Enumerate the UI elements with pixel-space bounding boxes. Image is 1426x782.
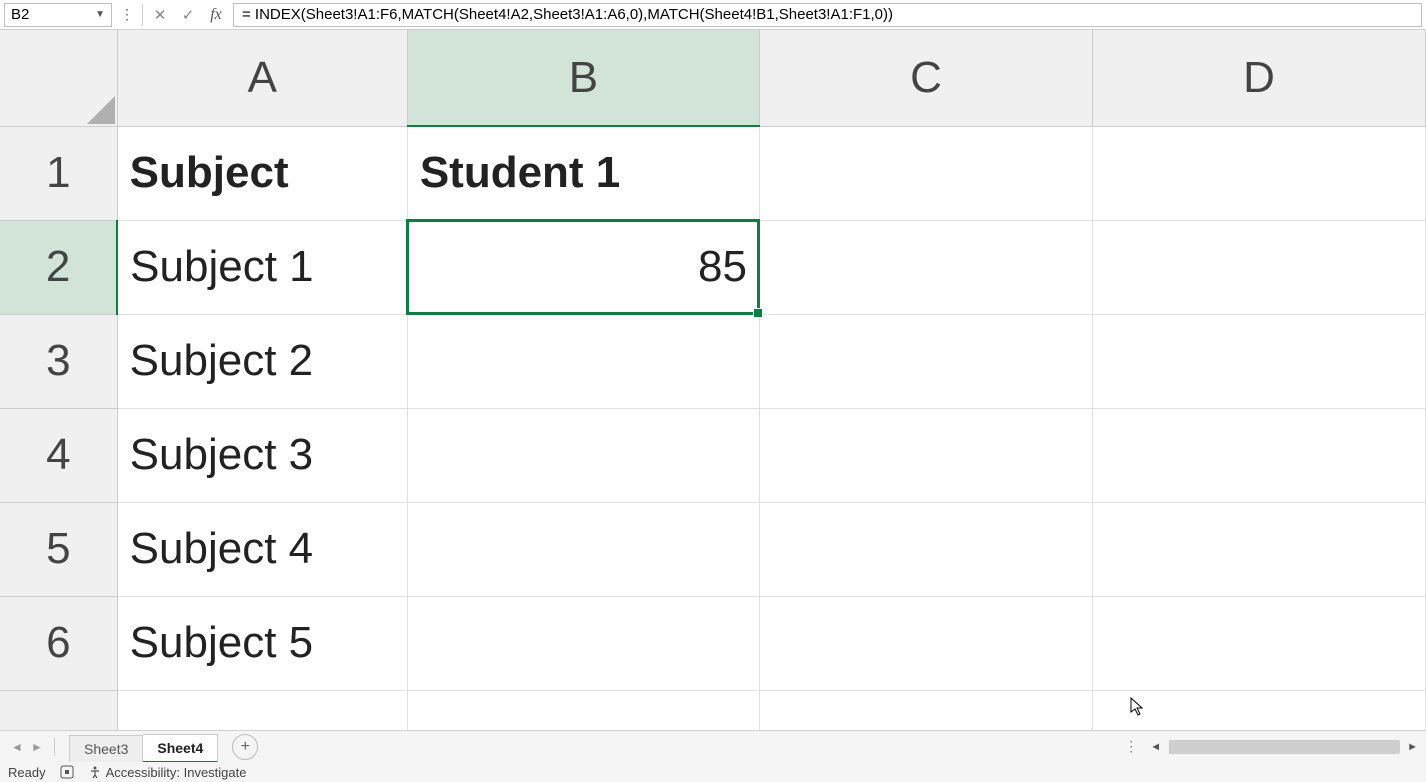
sheet-tab-sheet4[interactable]: Sheet4 [143,734,218,763]
new-sheet-button[interactable]: + [232,734,258,760]
tab-nav-prev-button[interactable]: ◄ [8,738,26,756]
cell-B7[interactable] [407,690,759,730]
row-header-2[interactable]: 2 [0,220,117,314]
name-box[interactable]: B2 ▼ [4,3,112,27]
grid-row: 2 Subject 1 85 [0,220,1426,314]
cell-C1[interactable] [759,126,1092,220]
cell-C4[interactable] [759,408,1092,502]
cell-A4[interactable]: Subject 3 [117,408,407,502]
cell-D5[interactable] [1092,502,1425,596]
cell-D7[interactable] [1092,690,1425,730]
cell-D6[interactable] [1092,596,1425,690]
column-header-D[interactable]: D [1092,30,1425,126]
plus-icon: + [241,738,250,756]
scroll-left-button[interactable]: ◄ [1148,739,1163,755]
cell-B4[interactable] [407,408,759,502]
cell-C6[interactable] [759,596,1092,690]
row-header-7[interactable] [0,690,117,730]
cell-D3[interactable] [1092,314,1425,408]
cell-B6[interactable] [407,596,759,690]
status-ready: Ready [8,765,46,780]
cell-D1[interactable] [1092,126,1425,220]
cell-D4[interactable] [1092,408,1425,502]
formula-input[interactable]: = INDEX(Sheet3!A1:F6,MATCH(Sheet4!A2,She… [233,3,1422,27]
grid-row: 5 Subject 4 [0,502,1426,596]
chevron-down-icon[interactable]: ▼ [95,9,105,20]
row-header-5[interactable]: 5 [0,502,117,596]
cell-A3[interactable]: Subject 2 [117,314,407,408]
scrollbar-thumb[interactable] [1170,741,1400,753]
sheet-tab-sheet3[interactable]: Sheet3 [69,735,143,762]
column-header-A[interactable]: A [117,30,407,126]
select-all-triangle-icon [87,96,115,124]
horizontal-scroll-area: ⋮ ◄ ► [1120,738,1426,755]
cell-C2[interactable] [759,220,1092,314]
check-icon: ✓ [182,6,195,24]
status-bar: Ready Accessibility: Investigate [0,762,1426,782]
scroll-options-icon[interactable]: ⋮ [1120,738,1142,755]
enter-formula-button[interactable]: ✓ [177,4,199,26]
cell-B2[interactable]: 85 [407,220,759,314]
cell-A5[interactable]: Subject 4 [117,502,407,596]
cell-C3[interactable] [759,314,1092,408]
tab-nav: ◄ ► [0,738,69,756]
row-header-3[interactable]: 3 [0,314,117,408]
grid-row [0,690,1426,730]
column-header-B[interactable]: B [407,30,759,126]
scroll-right-button[interactable]: ► [1405,739,1420,755]
cell-A6[interactable]: Subject 5 [117,596,407,690]
cell-D2[interactable] [1092,220,1425,314]
grid-row: 4 Subject 3 [0,408,1426,502]
grid-row: 1 Subject Student 1 [0,126,1426,220]
macro-record-icon[interactable] [60,765,74,779]
accessibility-label: Accessibility: Investigate [106,765,247,780]
formula-text: = INDEX(Sheet3!A1:F6,MATCH(Sheet4!A2,She… [242,6,893,23]
sheet-tab-bar: ◄ ► Sheet3 Sheet4 + ⋮ ◄ ► [0,730,1426,762]
spreadsheet-grid[interactable]: A B C D 1 Subject Student 1 2 Subject 1 … [0,30,1426,730]
divider [142,4,143,26]
cell-B3[interactable] [407,314,759,408]
cell-A2[interactable]: Subject 1 [117,220,407,314]
column-header-C[interactable]: C [759,30,1092,126]
cell-C5[interactable] [759,502,1092,596]
accessibility-status[interactable]: Accessibility: Investigate [88,765,247,780]
cell-A1[interactable]: Subject [117,126,407,220]
sheet-tabs: Sheet3 Sheet4 [69,731,218,762]
cancel-formula-button[interactable]: ✕ [149,4,171,26]
fx-icon: fx [210,6,222,24]
row-header-6[interactable]: 6 [0,596,117,690]
formula-bar: B2 ▼ ⋮ ✕ ✓ fx = INDEX(Sheet3!A1:F6,MATCH… [0,0,1426,30]
select-all-corner[interactable] [0,30,117,126]
x-icon: ✕ [154,6,167,24]
cell-B5[interactable] [407,502,759,596]
row-header-1[interactable]: 1 [0,126,117,220]
tab-nav-next-button[interactable]: ► [28,738,46,756]
grid-row: 6 Subject 5 [0,596,1426,690]
divider [54,738,55,756]
cell-A7[interactable] [117,690,407,730]
horizontal-scrollbar[interactable] [1169,740,1399,754]
row-header-4[interactable]: 4 [0,408,117,502]
cell-C7[interactable] [759,690,1092,730]
insert-function-button[interactable]: fx [205,4,227,26]
formula-bar-options-icon[interactable]: ⋮ [118,6,136,23]
name-box-value: B2 [11,6,95,23]
grid-row: 3 Subject 2 [0,314,1426,408]
cell-B1[interactable]: Student 1 [407,126,759,220]
